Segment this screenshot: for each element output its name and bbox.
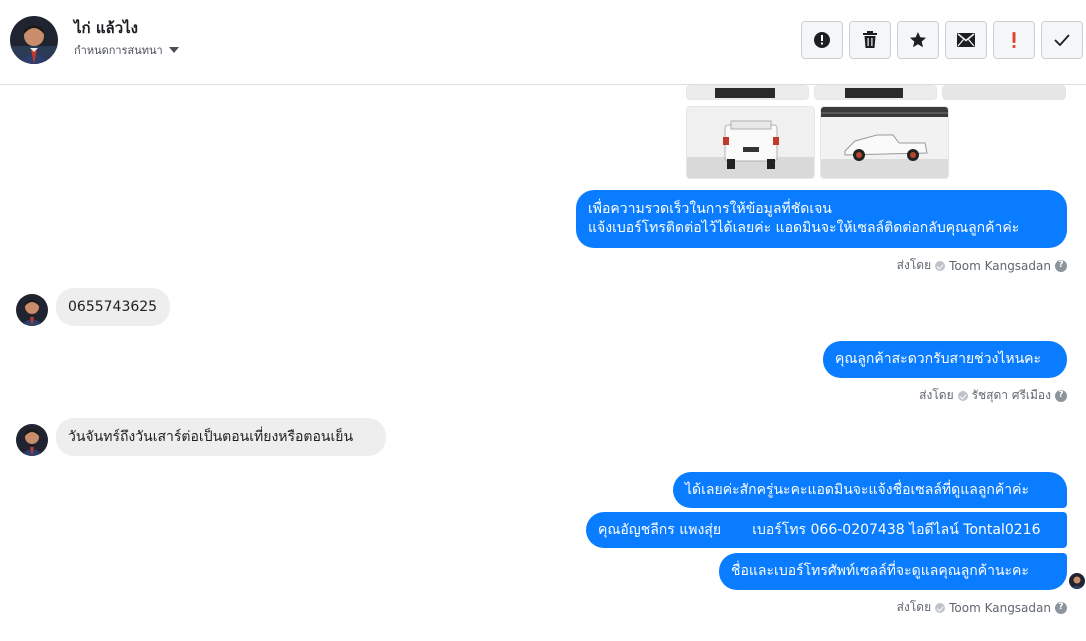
outgoing-message: ได้เลยค่ะสักครู่นะคะแอดมินจะแจ้งชื่อเซลล… xyxy=(673,472,1067,508)
verified-check-icon xyxy=(957,390,968,401)
seen-avatar xyxy=(1069,573,1085,589)
incoming-message: วันจันทร์ถึงวันเสาร์ต่อเป็นตอนเที่ยงหรือ… xyxy=(56,418,386,456)
message-text: แจ้งเบอร์โทรติดต่อไว้ได้เลยค่ะ แอดมินจะใ… xyxy=(588,220,1020,236)
chevron-down-icon xyxy=(168,47,179,53)
mark-done-button[interactable] xyxy=(1041,21,1083,59)
message-text: ชื่อและเบอร์โทรศัพท์เซลล์ที่จะดูแลคุณลูก… xyxy=(731,563,1029,579)
attachment-image[interactable] xyxy=(942,85,1066,100)
sent-by-meta: ส่งโดย รัชสุดา ศรีเมือง ? xyxy=(919,386,1067,405)
message-text: เพื่อความรวดเร็วในการให้ข้อมูลที่ชัดเจน xyxy=(588,201,832,217)
outgoing-message: คุณอัญชลีกร แพงสุ่ย เบอร์โทร 066-0207438… xyxy=(586,512,1067,548)
trash-icon xyxy=(863,31,877,48)
conversation-toolbar xyxy=(801,21,1083,59)
message-text: คุณลูกค้าสะดวกรับสายช่วงไหนคะ xyxy=(835,351,1042,367)
help-icon[interactable]: ? xyxy=(1055,389,1067,402)
outgoing-message: ชื่อและเบอร์โทรศัพท์เซลล์ที่จะดูแลคุณลูก… xyxy=(719,553,1067,590)
outgoing-message: เพื่อความรวดเร็วในการให้ข้อมูลที่ชัดเจน … xyxy=(576,190,1067,248)
sender-name[interactable]: รัชสุดา ศรีเมือง xyxy=(972,386,1051,405)
sender-name[interactable]: Toom Kangsadan xyxy=(949,601,1051,615)
mark-unread-button[interactable] xyxy=(945,21,987,59)
outgoing-message: คุณลูกค้าสะดวกรับสายช่วงไหนคะ xyxy=(823,341,1067,378)
attachment-image[interactable] xyxy=(686,106,815,179)
mark-spam-button[interactable] xyxy=(801,21,843,59)
star-icon xyxy=(910,32,926,48)
exclamation-icon xyxy=(1012,32,1016,48)
attachment-image[interactable] xyxy=(820,106,949,179)
delete-button[interactable] xyxy=(849,21,891,59)
message-text: คุณอัญชลีกร แพงสุ่ย เบอร์โทร 066-0207438… xyxy=(598,521,1041,538)
attachment-image[interactable] xyxy=(686,85,809,100)
contact-avatar[interactable] xyxy=(10,16,58,64)
assign-conversation-dropdown[interactable]: กำหนดการสนทนา xyxy=(74,41,179,59)
envelope-icon xyxy=(957,33,975,47)
conversation-header: ไก่ แล้วไง กำหนดการสนทนา xyxy=(0,0,1086,85)
message-text: 0655743625 xyxy=(68,298,158,315)
assign-label: กำหนดการสนทนา xyxy=(74,44,163,57)
alert-circle-icon xyxy=(814,32,830,48)
contact-avatar-small[interactable] xyxy=(16,294,48,326)
message-text: วันจันทร์ถึงวันเสาร์ต่อเป็นตอนเที่ยงหรือ… xyxy=(68,428,354,445)
incoming-message: 0655743625 xyxy=(56,288,170,326)
help-icon[interactable]: ? xyxy=(1055,259,1067,272)
contact-avatar-small[interactable] xyxy=(16,424,48,456)
verified-check-icon xyxy=(935,602,946,613)
attachment-image[interactable] xyxy=(814,85,937,100)
verified-check-icon xyxy=(935,260,946,271)
sent-by-meta: ส่งโดย Toom Kangsadan ? xyxy=(897,256,1067,275)
checkmark-icon xyxy=(1054,34,1070,46)
flag-button[interactable] xyxy=(993,21,1035,59)
message-text: ได้เลยค่ะสักครู่นะคะแอดมินจะแจ้งชื่อเซลล… xyxy=(685,481,1030,498)
sender-name[interactable]: Toom Kangsadan xyxy=(949,259,1051,273)
contact-name[interactable]: ไก่ แล้วไง xyxy=(74,16,138,40)
sent-by-meta: ส่งโดย Toom Kangsadan ? xyxy=(897,598,1067,617)
help-icon[interactable]: ? xyxy=(1055,601,1067,614)
star-button[interactable] xyxy=(897,21,939,59)
